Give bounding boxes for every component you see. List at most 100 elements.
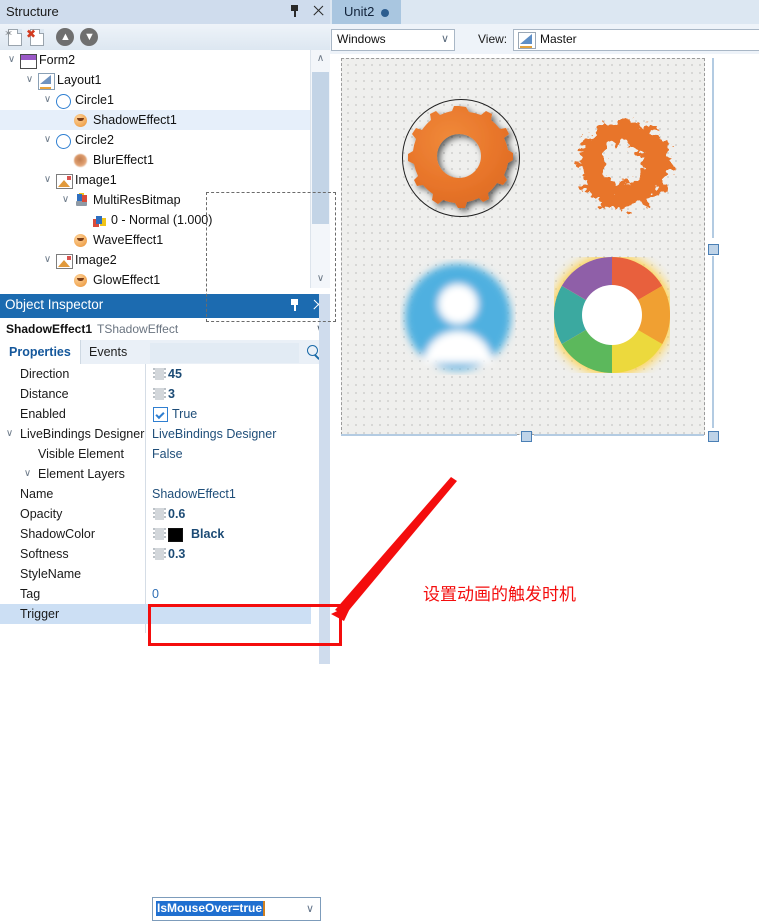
tree-item-image1[interactable]: Image1 xyxy=(0,170,311,190)
property-value[interactable]: True xyxy=(172,404,197,424)
property-row-element-layers[interactable]: Element Layers xyxy=(0,464,311,484)
design-object-image2[interactable] xyxy=(554,256,670,374)
circle1-outline xyxy=(402,99,520,217)
chevron-down-icon[interactable]: ∨ xyxy=(306,902,314,915)
chevron-down-icon[interactable] xyxy=(42,170,53,190)
design-object-circle1[interactable] xyxy=(402,99,520,217)
color-wheel-glow-art xyxy=(554,256,670,374)
design-object-image1[interactable] xyxy=(557,97,677,219)
tree-item-label: WaveEffect1 xyxy=(93,233,164,247)
property-value[interactable]: 45 xyxy=(168,364,182,384)
tab-unit2[interactable]: Unit2 xyxy=(332,0,402,24)
property-value[interactable]: Black xyxy=(191,524,224,544)
new-item-button[interactable]: ✶ xyxy=(4,28,24,46)
property-row-distance[interactable]: Distance 3 xyxy=(0,384,311,404)
form-canvas[interactable] xyxy=(341,58,705,435)
splitter-horizontal-right[interactable] xyxy=(534,434,704,436)
property-value[interactable]: 0.3 xyxy=(168,544,185,564)
tree-item-label: MultiResBitmap xyxy=(93,193,181,207)
chevron-down-icon[interactable]: ∨ xyxy=(441,32,449,45)
tree-item-circle1[interactable]: Circle1 xyxy=(0,90,311,110)
avatar-blur-art xyxy=(405,264,511,370)
property-row-name[interactable]: Name ShadowEffect1 xyxy=(0,484,311,504)
annotation-text: 设置动画的触发时机 xyxy=(423,585,576,605)
property-row-visible-element[interactable]: Visible Element False xyxy=(0,444,311,464)
editor-tab-strip: Unit2 xyxy=(330,0,759,24)
circle-icon xyxy=(56,94,71,109)
structure-toolbar: ✶ ✖ ▲ ▼ xyxy=(0,24,330,51)
tree-item-label: BlurEffect1 xyxy=(93,153,154,167)
chevron-down-icon[interactable] xyxy=(24,70,35,90)
property-row-stylename[interactable]: StyleName xyxy=(0,564,311,584)
resize-grip-bottom[interactable] xyxy=(521,431,532,442)
structure-title: Structure xyxy=(6,4,59,19)
color-swatch[interactable] xyxy=(168,528,183,542)
view-combo[interactable]: Master xyxy=(513,29,759,51)
property-value[interactable]: ShadowEffect1 xyxy=(152,484,236,504)
object-inspector-tabs: Properties Events xyxy=(0,340,330,365)
property-row-enabled[interactable]: Enabled True xyxy=(0,404,311,424)
property-value[interactable]: 0.6 xyxy=(168,504,185,524)
selected-object-outline xyxy=(206,192,336,322)
close-icon[interactable] xyxy=(311,3,326,19)
bitmap-item-icon xyxy=(92,214,106,227)
property-value[interactable]: LiveBindings Designer xyxy=(152,424,276,444)
chevron-down-icon[interactable] xyxy=(22,464,33,484)
chevron-down-icon[interactable] xyxy=(42,130,53,150)
chevron-down-icon[interactable] xyxy=(6,50,17,70)
delete-item-button[interactable]: ✖ xyxy=(26,28,46,46)
annotation-highlight-rect xyxy=(148,604,342,646)
form-icon xyxy=(20,54,37,69)
splitter-horizontal-left[interactable] xyxy=(341,434,517,436)
animatable-property-icon xyxy=(153,548,166,560)
property-search-input[interactable] xyxy=(150,343,299,363)
property-value[interactable]: 0 xyxy=(152,584,159,604)
chevron-down-icon[interactable] xyxy=(4,424,15,444)
circle-icon xyxy=(56,134,71,149)
layout-icon xyxy=(38,73,55,90)
tree-item-label: 0 - Normal (1.000) xyxy=(111,213,213,227)
property-value[interactable]: 3 xyxy=(168,384,175,404)
animatable-property-icon xyxy=(153,508,166,520)
property-value[interactable]: False xyxy=(152,444,183,464)
tree-item-circle2[interactable]: Circle2 xyxy=(0,130,311,150)
design-object-circle2[interactable] xyxy=(400,259,516,375)
tree-item-shadoweffect1[interactable]: ShadowEffect1 xyxy=(0,110,311,130)
trigger-value-editor[interactable]: IsMouseOver=true ∨ xyxy=(152,897,321,921)
blur-effect-icon xyxy=(74,154,87,167)
tree-item-layout1[interactable]: Layout1 xyxy=(0,70,311,90)
property-name: Visible Element xyxy=(38,447,124,461)
resize-grip-corner[interactable] xyxy=(708,431,719,442)
property-name: Distance xyxy=(20,387,69,401)
move-up-button[interactable]: ▲ xyxy=(56,28,74,46)
pin-icon[interactable] xyxy=(287,3,302,19)
tree-item-form2[interactable]: Form2 xyxy=(0,50,311,70)
resize-grip-right[interactable] xyxy=(708,244,719,255)
trigger-selected-text: IsMouseOver=true xyxy=(156,901,266,916)
platform-combo-value: Windows xyxy=(337,32,386,46)
chevron-down-icon[interactable] xyxy=(60,190,71,210)
property-row-direction[interactable]: Direction 45 xyxy=(0,364,311,384)
move-down-button[interactable]: ▼ xyxy=(80,28,98,46)
property-row-softness[interactable]: Softness 0.3 xyxy=(0,544,311,564)
left-docked-panels: Structure ✶ ✖ ▲ ▼ Form2 Layout1 Circle1 Sha… xyxy=(0,0,330,921)
property-row-livebindings-designer[interactable]: LiveBindings Designer LiveBindings Design… xyxy=(0,424,311,444)
property-row-tag[interactable]: Tag 0 xyxy=(0,584,311,604)
tab-properties[interactable]: Properties xyxy=(0,340,81,364)
checkbox-icon[interactable] xyxy=(153,407,168,422)
property-row-shadowcolor[interactable]: ShadowColor Black xyxy=(0,524,311,544)
splitter-vertical-bottom[interactable] xyxy=(712,256,714,428)
image-icon xyxy=(56,174,73,189)
tab-events[interactable]: Events xyxy=(80,340,136,364)
property-name: Element Layers xyxy=(38,467,125,481)
image-icon xyxy=(56,254,73,269)
scroll-up-icon[interactable]: ∧ xyxy=(311,50,330,68)
platform-combo[interactable]: Windows ∨ xyxy=(331,29,455,51)
tree-item-blureffect1[interactable]: BlurEffect1 xyxy=(0,150,311,170)
property-row-opacity[interactable]: Opacity 0.6 xyxy=(0,504,311,524)
chevron-down-icon[interactable] xyxy=(42,250,53,270)
object-inspector-title: Object Inspector xyxy=(5,297,104,312)
splitter-vertical-top[interactable] xyxy=(712,58,714,238)
form-designer-canvas-area[interactable] xyxy=(330,54,759,454)
chevron-down-icon[interactable] xyxy=(42,90,53,110)
